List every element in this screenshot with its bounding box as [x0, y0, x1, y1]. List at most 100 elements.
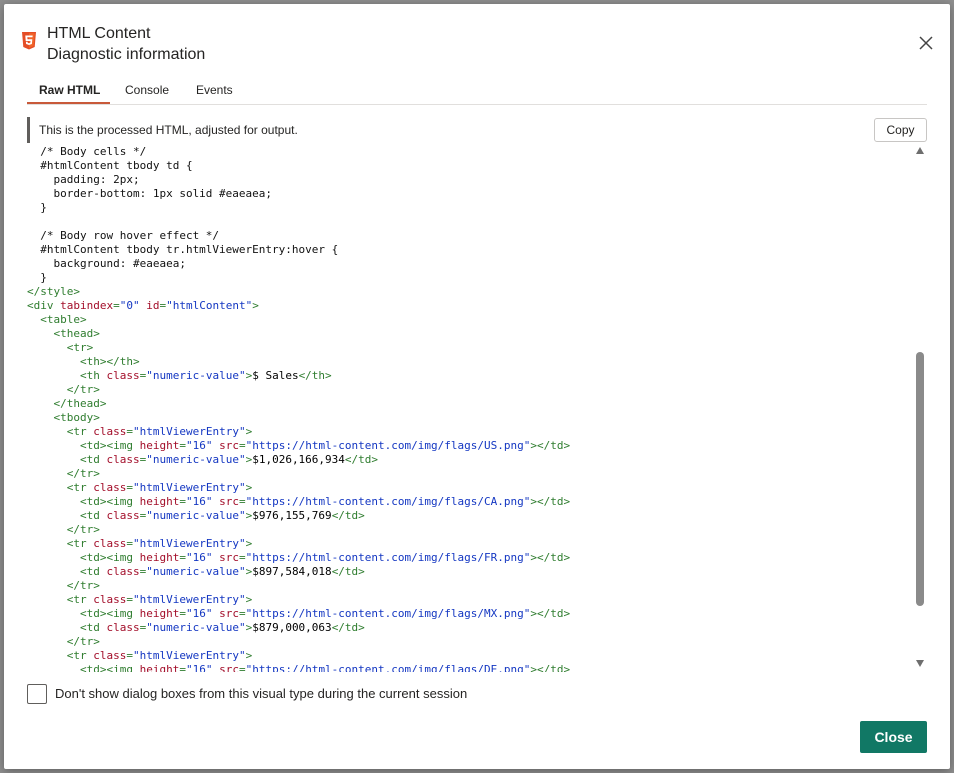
- code-token: "htmlViewerEntry": [132, 649, 246, 662]
- code-token: "0": [119, 299, 140, 312]
- code-line: <td><img height="16" src="https://html-c…: [27, 551, 913, 565]
- code-line: /* Body cells */: [27, 145, 913, 159]
- code-token: <td: [27, 565, 107, 578]
- code-token: ></td>: [530, 495, 571, 508]
- code-token: ></td>: [530, 607, 571, 620]
- code-token: tabindex: [60, 299, 114, 312]
- code-token: ></td>: [530, 663, 571, 672]
- code-token: class: [93, 425, 127, 438]
- code-line: /* Body row hover effect */: [27, 229, 913, 243]
- code-token: "16": [185, 607, 213, 620]
- code-token: </tr>: [27, 383, 100, 396]
- dialog-title-secondary: Diagnostic information: [47, 46, 206, 63]
- code-token: <th></th>: [27, 355, 140, 368]
- code-token: =: [238, 439, 246, 452]
- close-button[interactable]: Close: [860, 721, 927, 753]
- code-token: "htmlViewerEntry": [132, 481, 246, 494]
- code-token: =: [126, 593, 133, 606]
- code-token: "16": [185, 439, 213, 452]
- tab-raw-html[interactable]: Raw HTML: [39, 83, 100, 97]
- code-token: =: [126, 425, 133, 438]
- code-line: <th class="numeric-value">$ Sales</th>: [27, 369, 913, 383]
- code-token: $1,026,166,934: [252, 453, 345, 466]
- code-line: <tr class="htmlViewerEntry">: [27, 425, 913, 439]
- code-token: class: [106, 509, 140, 522]
- tab-bar: Raw HTML Console Events: [27, 79, 927, 105]
- code-token: #htmlContent tbody tr.htmlViewerEntry:ho…: [27, 243, 339, 256]
- code-token: /* Body cells */: [27, 145, 147, 158]
- code-token: <td><img: [27, 495, 140, 508]
- code-token: <td><img: [27, 607, 140, 620]
- code-token: src: [219, 663, 239, 672]
- code-token: class: [106, 453, 140, 466]
- code-token: <tr: [27, 649, 94, 662]
- code-token: >: [245, 649, 253, 662]
- code-line: </tr>: [27, 523, 913, 537]
- dont-show-checkbox[interactable]: [27, 684, 47, 704]
- tab-console[interactable]: Console: [125, 83, 169, 97]
- code-token: $976,155,769: [252, 509, 332, 522]
- code-token: </td>: [331, 565, 365, 578]
- code-token: height: [139, 607, 180, 620]
- code-token: =: [179, 439, 186, 452]
- scroll-down-arrow-icon[interactable]: [916, 660, 924, 667]
- code-token: }: [27, 201, 47, 214]
- code-token: "https://html-content.com/img/flags/FR.p…: [245, 551, 531, 564]
- code-token: </th>: [298, 369, 332, 382]
- dont-show-checkbox-label: Don't show dialog boxes from this visual…: [55, 686, 468, 701]
- code-token: <tr: [27, 537, 94, 550]
- code-token: $879,000,063: [252, 621, 332, 634]
- code-token: "numeric-value": [146, 509, 246, 522]
- code-token: </td>: [344, 453, 379, 466]
- code-line: <td class="numeric-value">$1,026,166,934…: [27, 453, 913, 467]
- code-token: "htmlViewerEntry": [132, 593, 246, 606]
- code-token: >: [245, 537, 253, 550]
- code-line: <tbody>: [27, 411, 913, 425]
- code-token: <td><img: [27, 663, 140, 672]
- code-line: <td class="numeric-value">$879,000,063</…: [27, 621, 913, 635]
- diagnostic-dialog: HTML Content Diagnostic information Raw …: [4, 4, 950, 769]
- code-token: =: [113, 299, 120, 312]
- code-token: =: [126, 649, 133, 662]
- code-line: <td><img height="16" src="https://html-c…: [27, 495, 913, 509]
- code-token: /* Body row hover effect */: [27, 229, 220, 242]
- active-tab-indicator: [27, 102, 110, 104]
- code-scrollbar[interactable]: [914, 145, 926, 672]
- code-token: class: [106, 565, 140, 578]
- code-token: <tr: [27, 425, 94, 438]
- code-token: =: [238, 551, 246, 564]
- code-token: >: [245, 425, 253, 438]
- scrollbar-thumb[interactable]: [916, 352, 924, 606]
- code-viewer[interactable]: /* Body cells */ #htmlContent tbody td {…: [27, 145, 913, 672]
- code-line: <tr class="htmlViewerEntry">: [27, 593, 913, 607]
- code-line: #htmlContent tbody td {: [27, 159, 913, 173]
- code-token: "htmlViewerEntry": [132, 425, 246, 438]
- scroll-up-arrow-icon[interactable]: [916, 147, 924, 154]
- code-line: </tr>: [27, 635, 913, 649]
- close-icon[interactable]: [915, 32, 937, 54]
- code-line: <td><img height="16" src="https://html-c…: [27, 607, 913, 621]
- code-line: <th></th>: [27, 355, 913, 369]
- code-line: <td><img height="16" src="https://html-c…: [27, 439, 913, 453]
- code-token: class: [106, 369, 140, 382]
- code-line: background: #eaeaea;: [27, 257, 913, 271]
- code-token: "numeric-value": [146, 369, 246, 382]
- code-line: <td><img height="16" src="https://html-c…: [27, 663, 913, 672]
- code-token: $ Sales: [252, 369, 299, 382]
- code-line: }: [27, 201, 913, 215]
- code-token: =: [126, 481, 133, 494]
- code-token: <td><img: [27, 439, 140, 452]
- code-line: <tr class="htmlViewerEntry">: [27, 649, 913, 663]
- code-token: $897,584,018: [252, 565, 332, 578]
- code-token: background: #eaeaea;: [27, 257, 186, 270]
- code-token: src: [219, 439, 239, 452]
- info-message: This is the processed HTML, adjusted for…: [27, 117, 298, 143]
- code-token: src: [219, 551, 239, 564]
- code-token: "htmlViewerEntry": [132, 537, 246, 550]
- code-token: class: [93, 593, 127, 606]
- code-line: </tr>: [27, 467, 913, 481]
- code-token: "numeric-value": [146, 453, 246, 466]
- copy-button[interactable]: Copy: [874, 118, 927, 142]
- code-token: </td>: [331, 509, 365, 522]
- tab-events[interactable]: Events: [196, 83, 233, 97]
